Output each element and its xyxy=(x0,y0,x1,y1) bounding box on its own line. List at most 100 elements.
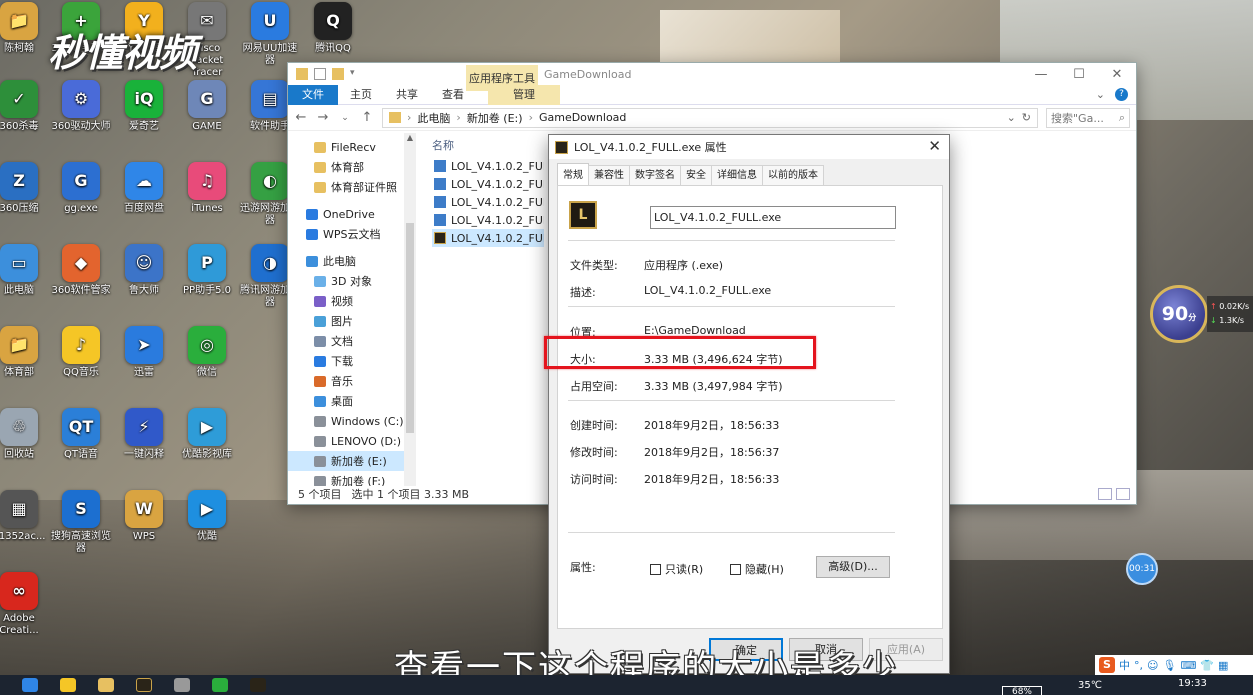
dialog-tab[interactable]: 安全 xyxy=(680,165,712,185)
desktop-icon[interactable]: ◆ 360软件管家 xyxy=(50,244,112,297)
close-button[interactable]: ✕ xyxy=(1098,63,1136,85)
nav-item[interactable]: LENOVO (D:) xyxy=(288,431,416,451)
nav-item[interactable]: 此电脑 xyxy=(288,251,416,271)
dialog-close-button[interactable]: ✕ xyxy=(928,137,941,155)
emoji-icon[interactable]: ☺ xyxy=(1147,659,1158,672)
dialog-tab[interactable]: 数字签名 xyxy=(629,165,681,185)
navigation-pane[interactable]: FileRecv 体育部 体育部证件照 OneDrive WPS云文档 此电脑 3D 对象视… xyxy=(288,133,416,486)
desktop-icon[interactable]: ♲ 回收站 xyxy=(0,408,50,461)
desktop-icon[interactable]: U 网易UU加速器 xyxy=(239,2,301,67)
hidden-checkbox[interactable]: 隐藏(H) xyxy=(730,561,784,577)
desktop-icon[interactable]: ◎ 微信 xyxy=(176,326,238,379)
desktop-icon[interactable]: P PP助手5.0 xyxy=(176,244,238,297)
score-widget[interactable]: 90 分 xyxy=(1150,285,1208,343)
nav-item[interactable]: WPS云文档 xyxy=(288,224,416,244)
refresh-icon[interactable]: ↻ xyxy=(1022,111,1031,124)
desktop-icon[interactable]: iQ 爱奇艺 xyxy=(113,80,175,133)
desktop-icon[interactable]: QT QT语音 xyxy=(50,408,112,461)
nav-item[interactable]: Windows (C:) xyxy=(288,411,416,431)
nav-item[interactable]: OneDrive xyxy=(288,204,416,224)
desktop-icon[interactable]: ▶ 优酷 xyxy=(176,490,238,543)
address-dropdown-icon[interactable]: ⌄ xyxy=(1007,111,1016,124)
ime-toolbar[interactable]: S 中 °, ☺ 🎙 ⌨ 👕 ▦ xyxy=(1095,655,1253,675)
thumbnail-view-button[interactable] xyxy=(1116,488,1130,500)
keyboard-icon[interactable]: ⌨ xyxy=(1180,659,1196,672)
dialog-tab[interactable]: 兼容性 xyxy=(588,165,630,185)
minimize-button[interactable]: — xyxy=(1022,63,1060,85)
up-arrow-icon[interactable]: ↑ xyxy=(360,110,374,125)
desktop-icon[interactable]: 📁 体育部 xyxy=(0,326,50,379)
desktop-icon[interactable]: Z 360压缩 xyxy=(0,162,50,215)
dialog-tab[interactable]: 以前的版本 xyxy=(762,165,824,185)
recent-chevron-icon[interactable]: ⌄ xyxy=(338,113,352,123)
nav-item[interactable]: 下载 xyxy=(288,351,416,371)
desktop-icon[interactable]: ▭ 此电脑 xyxy=(0,244,50,297)
desktop-icon[interactable]: ☺ 鲁大师 xyxy=(113,244,175,297)
expand-ribbon-icon[interactable]: ⌄ xyxy=(1096,88,1105,101)
scrollbar-thumb[interactable] xyxy=(406,223,414,433)
desktop-icon[interactable]: ♪ QQ音乐 xyxy=(50,326,112,379)
desktop-icon[interactable]: ⚡ 一键闪释 xyxy=(113,408,175,461)
tab-file[interactable]: 文件 xyxy=(288,84,338,105)
app-taskbar-icon[interactable] xyxy=(174,678,190,692)
nav-item[interactable]: 桌面 xyxy=(288,391,416,411)
file-row[interactable]: LOL_V4.1.0.2_FULL.7z.002 xyxy=(432,175,544,193)
file-row[interactable]: LOL_V4.1.0.2_FULL.exe xyxy=(432,229,544,247)
tab-view[interactable]: 查看 xyxy=(430,85,476,105)
desktop-icon[interactable]: ☁ 百度网盘 xyxy=(113,162,175,215)
desktop-icon[interactable]: W WPS xyxy=(113,490,175,543)
recording-timer[interactable]: 00:31 xyxy=(1126,553,1158,585)
desktop-icon[interactable]: Q 腾讯QQ xyxy=(302,2,364,55)
nav-item[interactable]: 文档 xyxy=(288,331,416,351)
battery-indicator[interactable]: 68% xyxy=(1002,686,1042,695)
nav-item[interactable]: 体育部 xyxy=(288,157,416,177)
desktop-icon[interactable]: ∞ Adobe Creati... xyxy=(0,572,50,637)
breadcrumb-item[interactable]: 此电脑 xyxy=(417,110,450,126)
new-folder-icon[interactable] xyxy=(332,68,344,80)
nav-item[interactable]: 图片 xyxy=(288,311,416,331)
toolbox-icon[interactable]: ▦ xyxy=(1218,659,1228,672)
customize-chevron-icon[interactable]: ▾ xyxy=(350,68,355,80)
readonly-checkbox[interactable]: 只读(R) xyxy=(650,561,703,577)
skin-icon[interactable]: 👕 xyxy=(1200,659,1214,672)
desktop-icon[interactable]: ✓ 360杀毒 xyxy=(0,80,50,133)
dialog-tab[interactable]: 详细信息 xyxy=(711,165,763,185)
breadcrumb-item[interactable]: GameDownload xyxy=(539,111,626,124)
desktop-icon[interactable]: ▶ 优酷影视库 xyxy=(176,408,238,461)
file-row[interactable]: LOL_V4.1.0.2_FULL.7z.004 xyxy=(432,211,544,229)
nav-item[interactable]: 视频 xyxy=(288,291,416,311)
desktop-icon[interactable]: ▦ 71352ac... xyxy=(0,490,50,543)
sogou-browser-taskbar-icon[interactable] xyxy=(22,678,38,692)
file-row[interactable]: LOL_V4.1.0.2_FULL.7z.001 xyxy=(432,157,544,175)
nav-item[interactable]: 体育部证件照 xyxy=(288,177,416,197)
nav-item[interactable]: 音乐 xyxy=(288,371,416,391)
file-row[interactable]: LOL_V4.1.0.2_FULL.7z.003 xyxy=(432,193,544,211)
qq-music-taskbar-icon[interactable] xyxy=(60,678,76,692)
nav-scrollbar[interactable]: ▲ xyxy=(404,133,416,486)
dialog-tab[interactable]: 常规 xyxy=(557,163,589,185)
explorer-title-bar[interactable]: ▾ 应用程序工具 GameDownload — ☐ ✕ xyxy=(288,63,1136,91)
properties-icon[interactable] xyxy=(314,68,326,80)
desktop-icon[interactable]: ♫ iTunes xyxy=(176,162,238,215)
maximize-button[interactable]: ☐ xyxy=(1060,63,1098,85)
nav-item[interactable]: 新加卷 (E:) xyxy=(288,451,416,471)
properties-dialog[interactable]: LOL_V4.1.0.2_FULL.exe 属性 ✕ 常规 兼容性 数字签名 安全 详细… xyxy=(548,134,950,674)
punctuation-icon[interactable]: °, xyxy=(1134,659,1143,672)
desktop-icon[interactable]: ⚙ 360驱动大师 xyxy=(50,80,112,133)
nav-item[interactable]: 3D 对象 xyxy=(288,271,416,291)
help-icon[interactable]: ? xyxy=(1115,88,1128,101)
tab-home[interactable]: 主页 xyxy=(338,85,384,105)
folder-icon[interactable] xyxy=(296,68,308,80)
back-arrow-icon[interactable]: ← xyxy=(294,110,308,125)
desktop-icon[interactable]: S 搜狗高速浏览器 xyxy=(50,490,112,555)
desktop-icon[interactable]: Ggg.exe xyxy=(50,162,112,215)
address-bar[interactable]: › 此电脑 › 新加卷 (E:) › GameDownload ⌄ ↻ xyxy=(382,107,1038,128)
green-app-taskbar-icon[interactable] xyxy=(212,678,228,692)
file-explorer-taskbar-icon[interactable] xyxy=(98,678,114,692)
sogou-ime-icon[interactable]: S xyxy=(1099,657,1115,673)
clock[interactable]: 19:33 xyxy=(1178,678,1207,689)
breadcrumb-item[interactable]: 新加卷 (E:) xyxy=(467,110,523,126)
desktop-icon[interactable]: G GAME xyxy=(176,80,238,133)
lol-installer-taskbar-icon[interactable] xyxy=(250,678,266,692)
desktop-icon[interactable]: 📁 陈柯翰 xyxy=(0,2,50,55)
